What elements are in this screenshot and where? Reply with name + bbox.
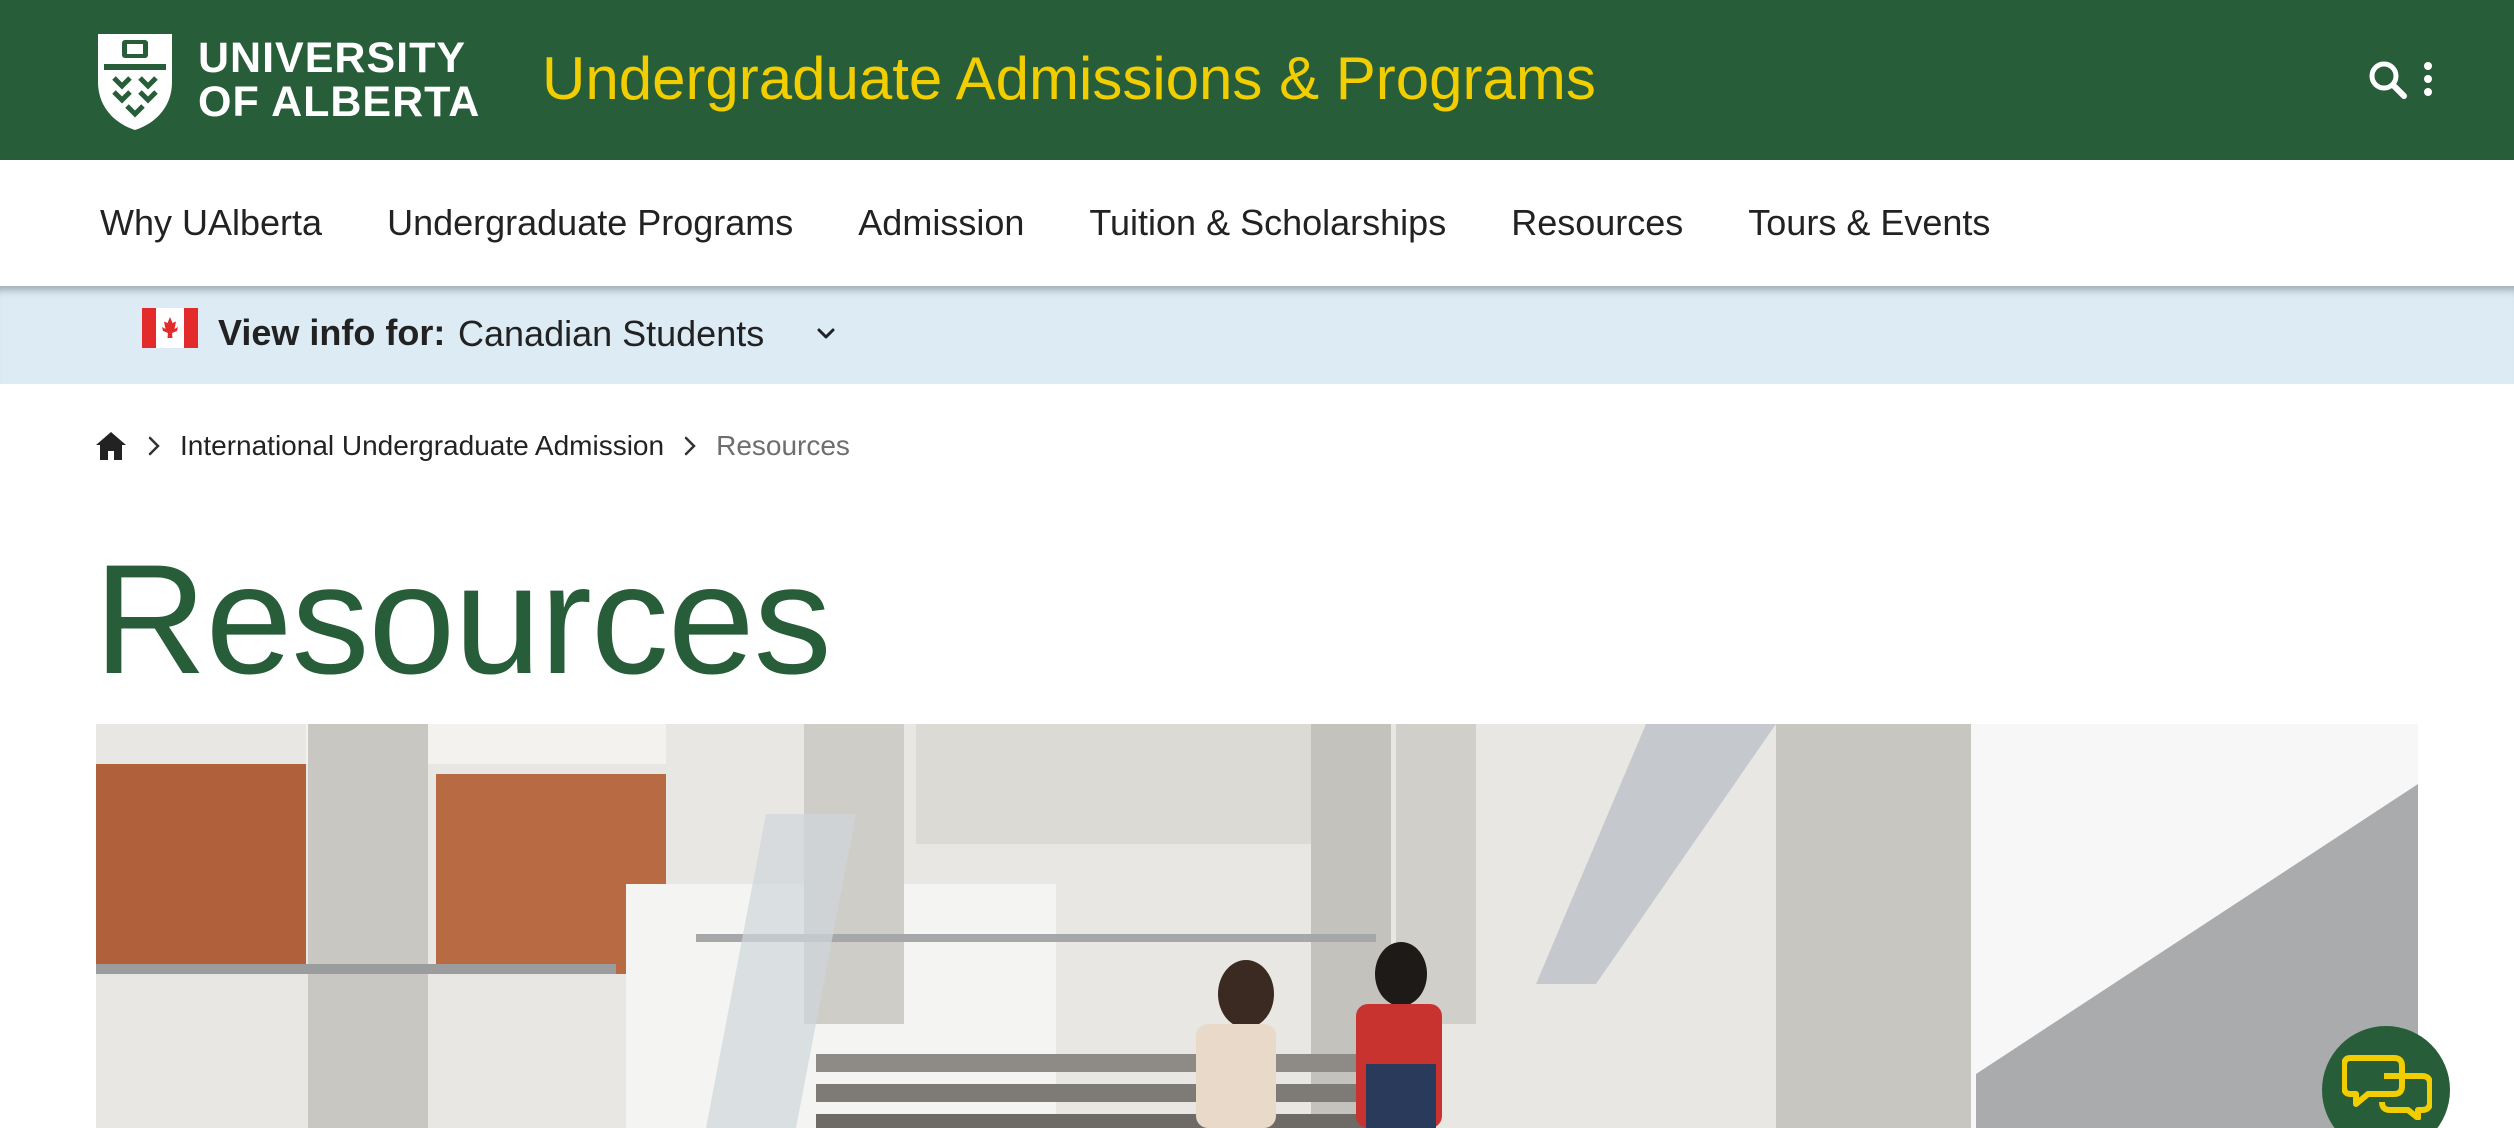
view-info-bar: View info for: Canadian Students — [0, 286, 2514, 384]
breadcrumb-link-international-undergraduate-admission[interactable]: International Undergraduate Admission — [180, 430, 664, 462]
breadcrumb-current: Resources — [716, 430, 850, 461]
site-header: UNIVERSITY OF ALBERTA Undergraduate Admi… — [0, 0, 2514, 160]
search-icon — [2369, 61, 2407, 99]
site-title[interactable]: Undergraduate Admissions & Programs — [542, 44, 1596, 113]
search-button[interactable] — [2366, 58, 2410, 102]
chevron-right-icon — [148, 436, 160, 456]
nav-item-tours-events[interactable]: Tours & Events — [1748, 202, 1990, 244]
chat-bubbles-icon — [2342, 1055, 2432, 1120]
hero-image — [96, 724, 2418, 1128]
chevron-right-icon — [684, 436, 696, 456]
students-on-stairs-photo — [96, 724, 2418, 1128]
shield-crest-icon — [98, 34, 172, 130]
nav-item-why-ualberta[interactable]: Why UAlberta — [100, 202, 322, 244]
vertical-ellipsis-icon — [2424, 62, 2432, 96]
wordmark-line-1: UNIVERSITY — [198, 34, 467, 82]
view-info-label: View info for: — [218, 312, 446, 353]
breadcrumb: International Undergraduate Admission Re… — [94, 424, 850, 468]
university-wordmark: UNIVERSITY OF ALBERTA — [198, 36, 480, 124]
chevron-down-icon — [817, 328, 835, 339]
audience-select[interactable]: Canadian Students — [458, 306, 848, 362]
more-menu-button[interactable] — [2418, 58, 2438, 102]
nav-item-admission[interactable]: Admission — [858, 202, 1024, 244]
page-title: Resources — [94, 533, 832, 707]
nav-item-tuition-scholarships[interactable]: Tuition & Scholarships — [1089, 202, 1446, 244]
home-icon[interactable] — [94, 429, 128, 463]
main-navigation: Why UAlberta Undergraduate Programs Admi… — [0, 160, 2514, 286]
nav-item-undergraduate-programs[interactable]: Undergraduate Programs — [387, 202, 793, 244]
nav-item-resources[interactable]: Resources — [1511, 202, 1683, 244]
audience-select-value: Canadian Students — [458, 313, 765, 354]
wordmark-line-2: OF ALBERTA — [198, 78, 481, 126]
university-logo[interactable]: UNIVERSITY OF ALBERTA — [94, 26, 494, 134]
canada-flag-icon — [142, 308, 198, 348]
